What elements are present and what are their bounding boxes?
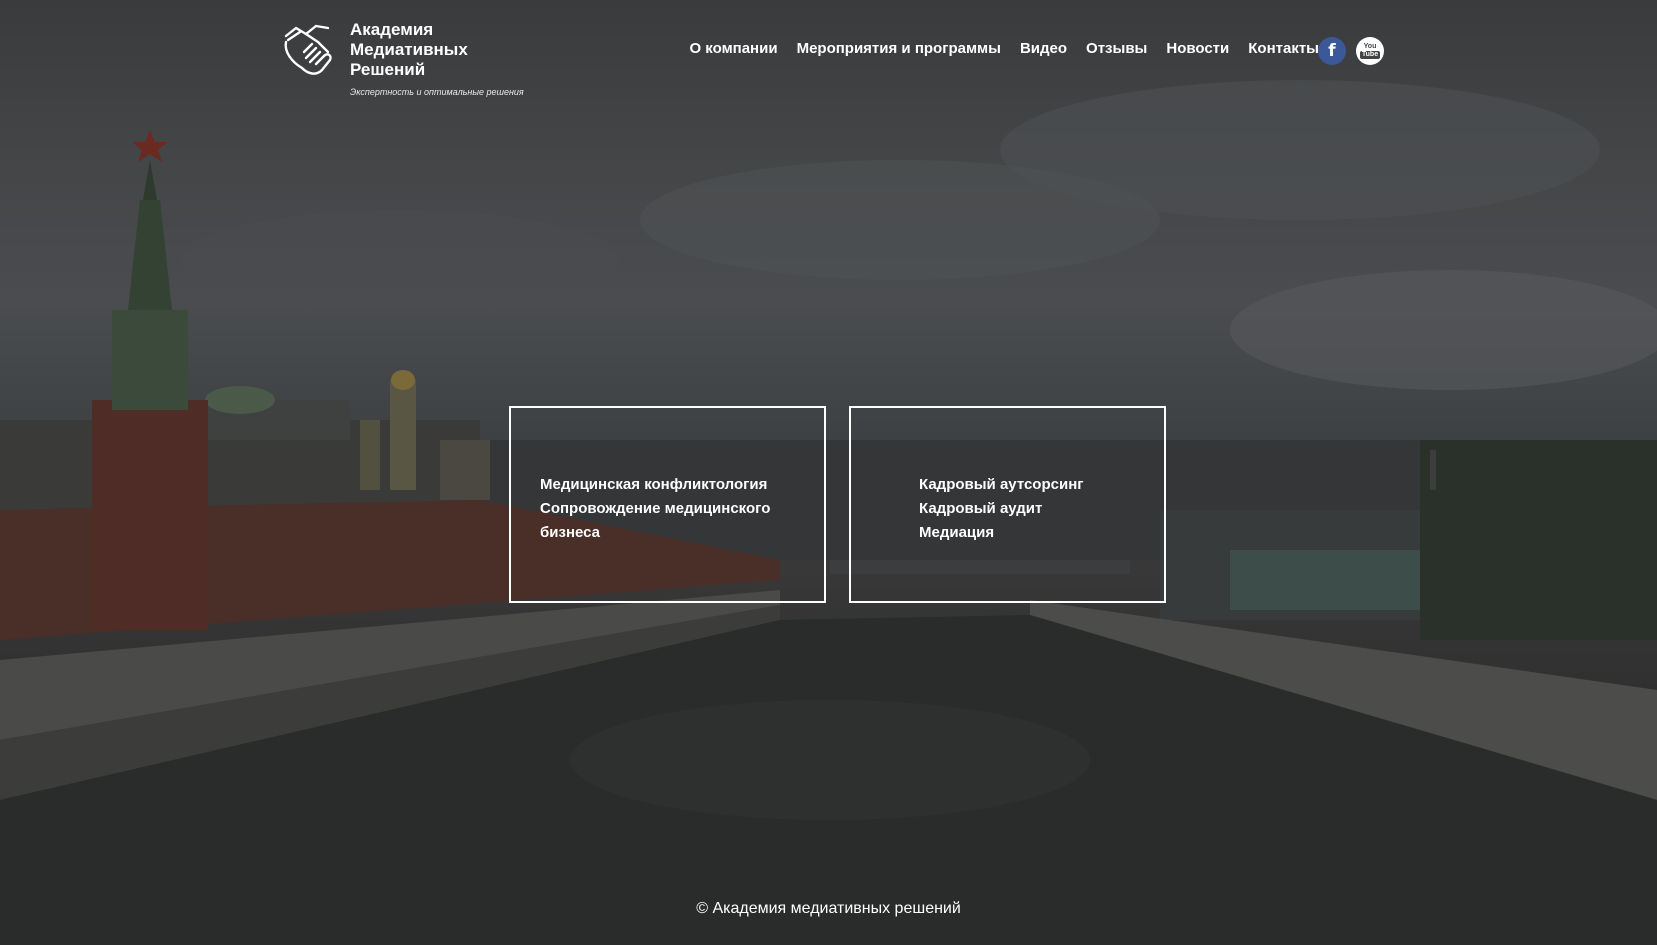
nav-item-video[interactable]: Видео [1020, 40, 1067, 57]
page: Академия Медиативных Решений Экспертност… [0, 0, 1657, 945]
logo-title-line: Академия [350, 20, 434, 39]
handshake-icon [284, 24, 332, 75]
service-line: Медицинская конфликтология [540, 476, 768, 493]
youtube-icon-tube: Tube [1359, 51, 1381, 59]
service-card-lines: Кадровый аутсорсинг Кадровый аудит Медиа… [919, 473, 1084, 545]
nav-item-reviews[interactable]: Отзывы [1086, 40, 1147, 57]
facebook-icon-letter: f [1328, 41, 1336, 61]
service-card-lines: Медицинская конфликтология Сопровождение… [540, 473, 770, 545]
nav-item-about[interactable]: О компании [689, 40, 777, 57]
service-line: бизнеса [540, 524, 601, 541]
service-line: Кадровый аудит [919, 500, 1043, 517]
logo-title-line: Медиативных [350, 40, 468, 59]
logo[interactable]: Академия Медиативных Решений Экспертност… [282, 20, 582, 100]
nav-item-contacts[interactable]: Контакты [1248, 40, 1319, 57]
nav-item-events[interactable]: Мероприятия и программы [797, 40, 1001, 57]
background-image [0, 80, 1657, 945]
logo-title-line: Решений [350, 60, 426, 79]
facebook-icon[interactable]: f [1318, 37, 1346, 65]
service-line: Кадровый аутсорсинг [919, 476, 1084, 493]
youtube-icon[interactable]: You Tube [1356, 37, 1384, 65]
main-nav: О компании Мероприятия и программы Видео… [689, 40, 1319, 57]
youtube-icon-you: You [1363, 43, 1377, 50]
logo-tagline: Экспертность и оптимальные решения [350, 87, 524, 97]
service-line: Медиация [919, 524, 995, 541]
nav-item-news[interactable]: Новости [1166, 40, 1229, 57]
service-line: Сопровождение медицинского [540, 500, 771, 517]
logo-title: Академия Медиативных Решений [350, 20, 550, 80]
service-card-hr[interactable]: Кадровый аутсорсинг Кадровый аудит Медиа… [849, 406, 1166, 603]
footer-copyright: © Академия медиативных решений [696, 900, 961, 917]
service-card-medical[interactable]: Медицинская конфликтология Сопровождение… [509, 406, 826, 603]
